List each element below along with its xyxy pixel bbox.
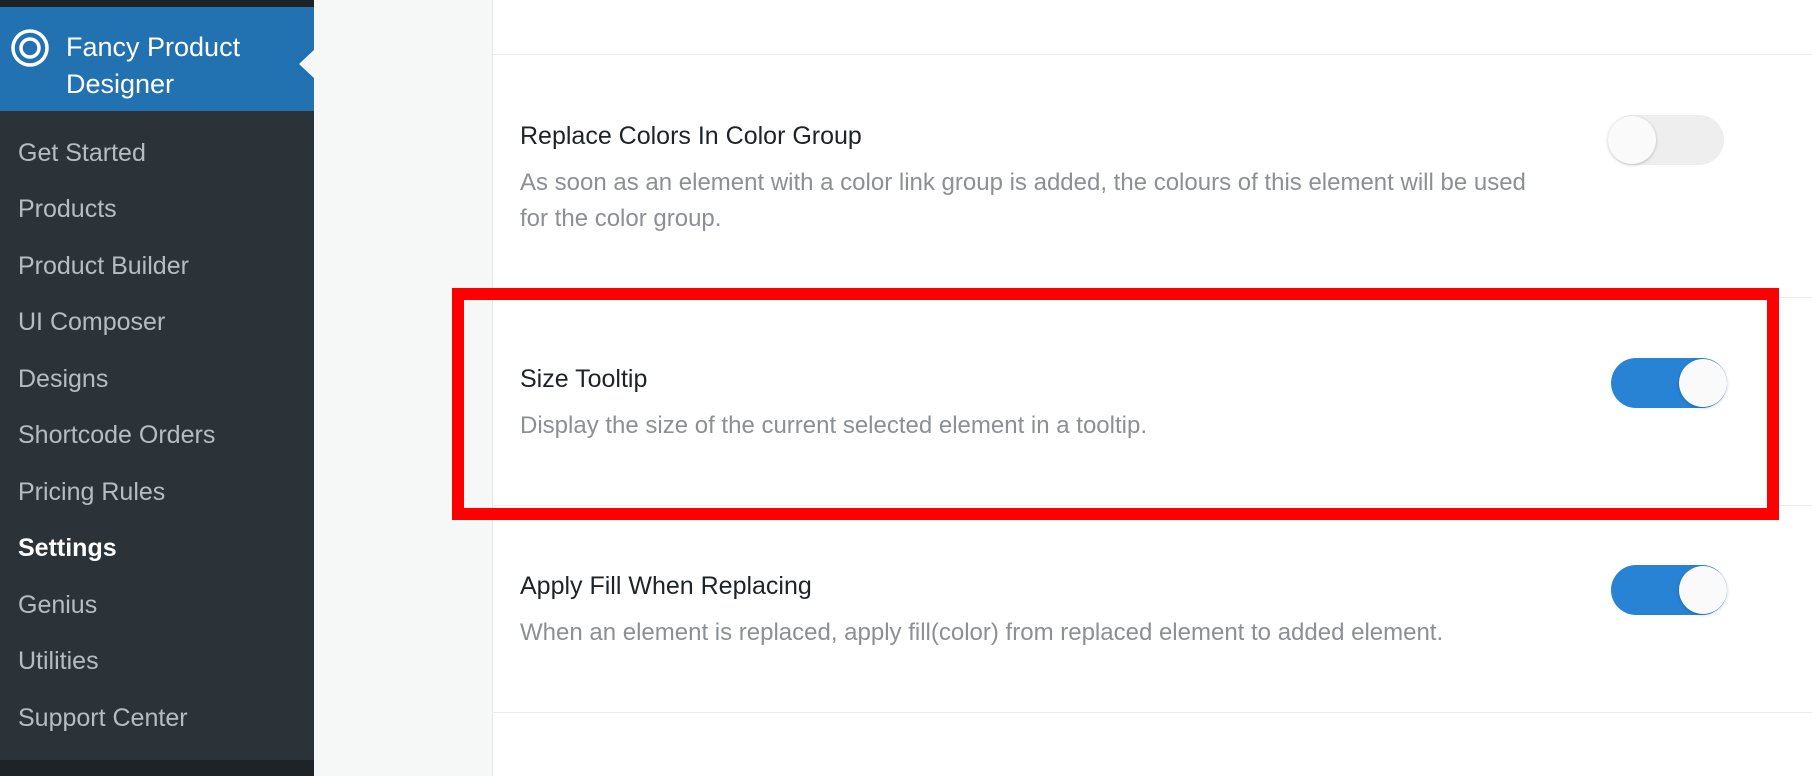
current-menu-arrow: [299, 49, 315, 79]
sidebar-item-ui-composer[interactable]: UI Composer: [0, 295, 314, 352]
sidebar-top-strip: [0, 0, 314, 7]
toggle-knob: [1608, 116, 1656, 164]
sidebar-item-designs[interactable]: Designs: [0, 351, 314, 408]
admin-sidebar: Fancy Product Designer Get Started Produ…: [0, 0, 315, 776]
row-divider: [492, 54, 1812, 55]
sidebar-item-shortcode-orders[interactable]: Shortcode Orders: [0, 408, 314, 465]
fpd-logo-icon: [11, 29, 49, 67]
setting-title: Apply Fill When Replacing: [520, 572, 812, 600]
sidebar-item-settings[interactable]: Settings: [0, 521, 314, 578]
row-divider: [492, 712, 1812, 713]
setting-title: Size Tooltip: [520, 365, 648, 393]
sidebar-item-get-started[interactable]: Get Started: [0, 125, 314, 182]
toggle-knob: [1679, 566, 1727, 614]
sidebar-item-genius[interactable]: Genius: [0, 577, 314, 634]
toggle-knob: [1679, 359, 1727, 407]
sidebar-item-products[interactable]: Products: [0, 182, 314, 239]
sidebar-menu-fancy-product-designer[interactable]: Fancy Product Designer: [0, 7, 315, 111]
sidebar-item-pricing-rules[interactable]: Pricing Rules: [0, 464, 314, 521]
setting-description: Display the size of the current selected…: [520, 412, 1147, 439]
size-tooltip-toggle[interactable]: [1611, 358, 1727, 408]
row-divider: [492, 297, 1812, 298]
setting-title: Replace Colors In Color Group: [520, 122, 862, 150]
sidebar-bottom-strip: [0, 760, 314, 776]
sidebar-menu-title: Fancy Product Designer: [66, 32, 241, 99]
setting-description: As soon as an element with a color link …: [520, 169, 1526, 232]
row-divider: [492, 505, 1812, 506]
setting-description: When an element is replaced, apply fill(…: [520, 619, 1444, 646]
replace-colors-toggle[interactable]: [1608, 115, 1724, 165]
sidebar-item-utilities[interactable]: Utilities: [0, 634, 314, 691]
apply-fill-toggle[interactable]: [1611, 565, 1727, 615]
sidebar-item-product-builder[interactable]: Product Builder: [0, 238, 314, 295]
sidebar-submenu: Get Started Products Product Builder UI …: [0, 125, 314, 747]
sidebar-item-support-center[interactable]: Support Center: [0, 690, 314, 747]
